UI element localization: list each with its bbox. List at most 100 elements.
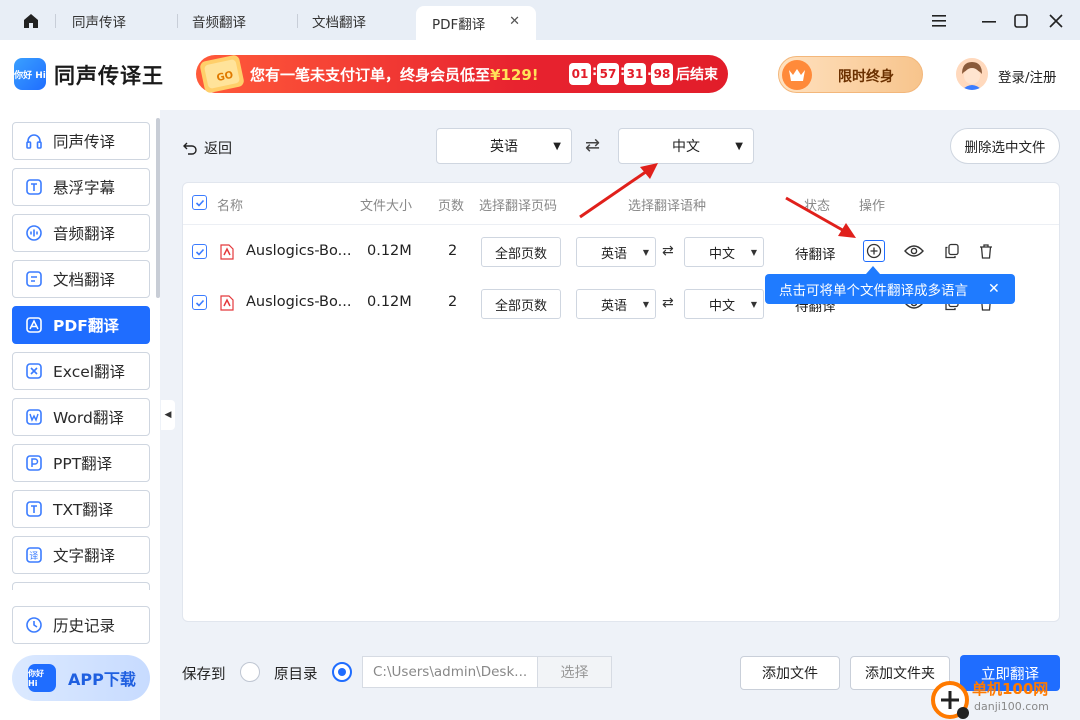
tooltip-close-icon[interactable]: ✕ — [988, 281, 1000, 297]
watermark: 单机100网 danji100.com — [930, 676, 1080, 720]
sidebar-scrollbar[interactable] — [156, 118, 160, 298]
sidebar-item-txt[interactable]: TXT翻译 — [12, 490, 150, 528]
page-range-button[interactable]: 全部页数 — [481, 237, 561, 267]
row-checkbox[interactable] — [192, 295, 207, 310]
minimize-button[interactable] — [978, 10, 1000, 32]
pdf-icon — [25, 316, 43, 334]
sidebar-collapse-button[interactable]: ◀ — [161, 400, 175, 430]
output-path-field[interactable]: C:\Users\admin\Desk... — [362, 656, 538, 688]
caret-left-icon: ◀ — [164, 410, 172, 420]
sidebar-item-ppt[interactable]: PPT翻译 — [12, 444, 150, 482]
sidebar-item-label: TXT翻译 — [53, 501, 114, 519]
eye-icon — [904, 245, 924, 257]
headphones-icon — [25, 132, 43, 150]
sidebar-item-pdf[interactable]: PDF翻译 — [12, 306, 150, 344]
txt-icon — [25, 500, 43, 518]
maximize-icon — [1014, 14, 1028, 28]
tab-simultaneous[interactable]: 同声传译 — [60, 6, 175, 36]
multi-language-button[interactable] — [863, 240, 885, 262]
plus-circle-icon — [866, 243, 882, 259]
file-size: 0.12M — [367, 243, 412, 259]
audio-icon — [25, 224, 43, 242]
select-all-checkbox[interactable] — [192, 195, 207, 210]
tooltip-pointer — [866, 266, 880, 274]
source-language-select[interactable]: 英语 ▼ — [436, 128, 572, 164]
countdown-minutes: 57 — [597, 63, 619, 85]
tab-label: PDF翻译 — [432, 17, 486, 33]
login-link[interactable]: 登录/注册 — [998, 66, 1057, 86]
menu-button[interactable] — [928, 10, 950, 32]
page-range-button[interactable]: 全部页数 — [481, 289, 561, 319]
sidebar-item-label: Excel翻译 — [53, 363, 126, 381]
avatar[interactable] — [956, 58, 988, 90]
tab-label: 文档翻译 — [312, 15, 366, 31]
app-download-button[interactable]: 你好 Hi APP下载 — [12, 655, 150, 701]
caret-down-icon: ▼ — [735, 141, 743, 152]
row-target-language-select[interactable]: 中文 ▼ — [684, 289, 764, 319]
copy-button[interactable] — [941, 240, 963, 262]
sidebar-item-text-translate[interactable]: 译 文字翻译 — [12, 536, 150, 574]
preview-button[interactable] — [903, 240, 925, 262]
row-target-language-select[interactable]: 中文 ▼ — [684, 237, 764, 267]
sidebar-item-document[interactable]: 文档翻译 — [12, 260, 150, 298]
user-avatar-icon — [956, 58, 988, 90]
logo-text: 你好 Hi — [14, 70, 46, 81]
sidebar-item-simultaneous[interactable]: 同声传译 — [12, 122, 150, 160]
row-target-language-value: 中文 — [709, 298, 736, 314]
tab-close-icon[interactable]: ✕ — [509, 14, 520, 29]
close-button[interactable] — [1045, 10, 1067, 32]
save-to-label: 保存到 — [182, 667, 226, 683]
sidebar-item-audio[interactable]: 音频翻译 — [12, 214, 150, 252]
tab-pdf[interactable]: PDF翻译 ✕ — [416, 6, 536, 40]
row-checkbox[interactable] — [192, 244, 207, 259]
tab-divider — [297, 14, 298, 28]
original-dir-radio[interactable] — [332, 662, 352, 682]
delete-selected-button[interactable]: 删除选中文件 — [950, 128, 1060, 164]
swap-languages-icon[interactable]: ⇄ — [585, 135, 600, 156]
tooltip: 点击可将单个文件翻译成多语言 — [765, 274, 1015, 304]
header-operations: 操作 — [859, 199, 886, 214]
home-button[interactable] — [12, 8, 50, 34]
sidebar-item-excel[interactable]: Excel翻译 — [12, 352, 150, 390]
header-name: 名称 — [217, 199, 244, 214]
row-swap-icon[interactable]: ⇄ — [662, 243, 674, 259]
tab-document[interactable]: 文档翻译 — [300, 6, 415, 36]
app-title: 同声传译王 — [54, 64, 164, 88]
tab-label: 同声传译 — [72, 15, 126, 31]
caret-down-icon: ▼ — [553, 141, 561, 152]
row-source-language-select[interactable]: 英语 ▼ — [576, 289, 656, 319]
row-source-language-value: 英语 — [601, 246, 628, 262]
countdown-seconds: 31 — [624, 63, 646, 85]
save-to-radio[interactable] — [240, 662, 260, 682]
trash-icon — [980, 244, 992, 259]
countdown-hours: 01 — [569, 63, 591, 85]
copy-icon — [945, 243, 959, 259]
sidebar-item-subtitle[interactable]: 悬浮字幕 — [12, 168, 150, 206]
menu-icon — [932, 15, 946, 27]
row-target-language-value: 中文 — [709, 246, 736, 262]
row-source-language-value: 英语 — [601, 298, 628, 314]
sidebar-item-history[interactable]: 历史记录 — [12, 606, 150, 644]
row-source-language-select[interactable]: 英语 ▼ — [576, 237, 656, 267]
tab-audio[interactable]: 音频翻译 — [180, 6, 295, 36]
maximize-button[interactable] — [1010, 10, 1032, 32]
file-size: 0.12M — [367, 294, 412, 310]
sidebar-item-label: 悬浮字幕 — [53, 179, 116, 197]
sidebar-item-word[interactable]: Word翻译 — [12, 398, 150, 436]
watermark-logo-icon — [931, 681, 969, 719]
check-icon — [195, 248, 204, 256]
add-file-button[interactable]: 添加文件 — [740, 656, 840, 690]
app-download-label: APP下载 — [68, 670, 136, 689]
delete-button[interactable] — [975, 240, 997, 262]
row-swap-icon[interactable]: ⇄ — [662, 295, 674, 311]
countdown-ms: 98 — [651, 63, 673, 85]
pdf-file-icon — [220, 295, 234, 311]
sidebar-item-label: PPT翻译 — [53, 455, 113, 473]
tab-divider — [55, 14, 56, 28]
logo-text: 你好 Hi — [28, 669, 44, 688]
sidebar-item-partial — [12, 582, 150, 590]
watermark-url: danji100.com — [974, 700, 1049, 713]
check-icon — [195, 199, 204, 207]
back-button[interactable]: 返回 — [182, 138, 232, 158]
choose-path-button[interactable]: 选择 — [537, 656, 612, 688]
